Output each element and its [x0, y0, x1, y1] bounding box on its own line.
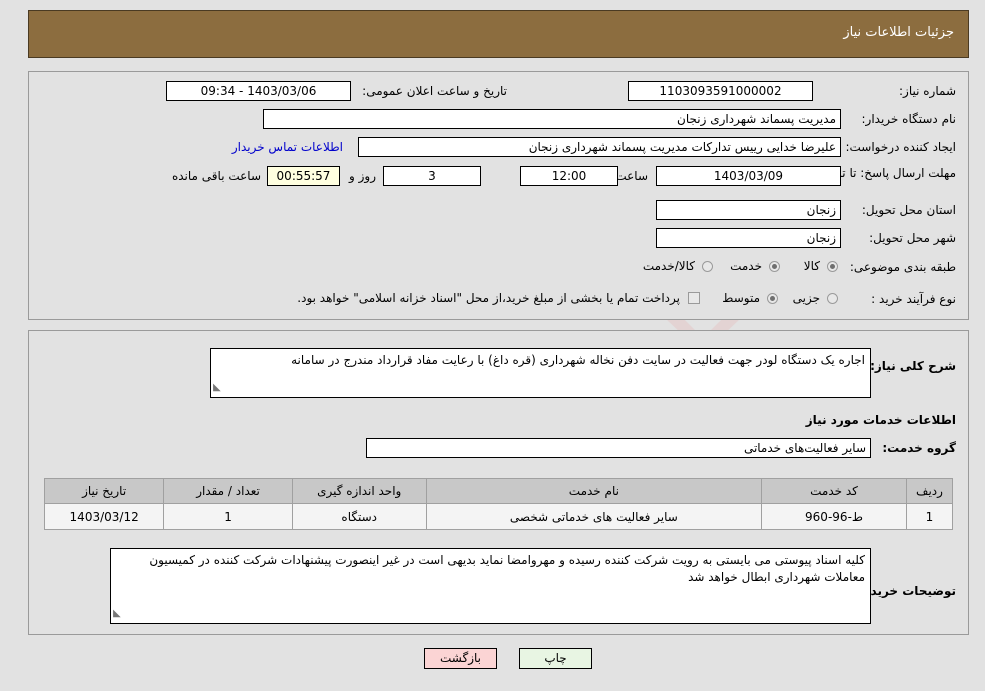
resize-grip-icon[interactable]: ◢ — [213, 379, 221, 396]
table-header-row: ردیف کد خدمت نام خدمت واحد اندازه گیری ت… — [43, 478, 954, 504]
summary-panel: شماره نیاز: 1103093591000002 تاریخ و ساع… — [28, 71, 969, 320]
buyer-org-label: نام دستگاه خریدار: — [861, 112, 957, 126]
remaining-clock-value: 00:55:57 — [267, 166, 340, 186]
category-label-goods: کالا — [803, 259, 820, 273]
request-creator-label: ایجاد کننده درخواست: — [845, 140, 956, 154]
cell-service-name: سایر فعالیت های خدماتی شخصی — [425, 503, 763, 530]
back-button[interactable]: بازگشت — [424, 648, 497, 669]
category-label-goods-service: کالا/خدمت — [642, 259, 695, 273]
col-service-code: کد خدمت — [761, 478, 907, 504]
announcement-datetime-label: تاریخ و ساعت اعلان عمومی: — [362, 84, 507, 98]
delivery-province-label: استان محل تحویل: — [861, 203, 956, 217]
buyer-notes-textarea[interactable]: کلیه اسناد پیوستی می بایستی به رویت شرکت… — [110, 548, 871, 624]
service-group-value: سایر فعالیت‌های خدماتی — [366, 438, 871, 458]
col-unit: واحد اندازه گیری — [291, 478, 427, 504]
process-radio-medium[interactable] — [767, 293, 778, 304]
col-service-name: نام خدمت — [425, 478, 763, 504]
deadline-date-value: 1403/03/09 — [656, 166, 841, 186]
cell-quantity: 1 — [163, 503, 293, 530]
request-creator-value: علیرضا خدایی رییس تدارکات مدیریت پسماند … — [358, 137, 841, 157]
col-quantity: تعداد / مقدار — [163, 478, 293, 504]
category-radio-service[interactable] — [769, 261, 780, 272]
description-label: شرح کلی نیاز: — [870, 359, 956, 373]
category-radio-goods-service[interactable] — [702, 261, 713, 272]
process-radio-minor[interactable] — [827, 293, 838, 304]
page-header: جزئیات اطلاعات نیاز — [28, 10, 969, 58]
buyer-notes-value: کلیه اسناد پیوستی می بایستی به رویت شرکت… — [149, 553, 865, 584]
response-deadline-label: مهلت ارسال پاسخ: تا تاریخ: — [817, 166, 956, 180]
table-row: 1 ط-96-960 سایر فعالیت های خدماتی شخصی د… — [43, 503, 954, 530]
delivery-province-value: زنجان — [656, 200, 841, 220]
description-textarea[interactable]: اجاره یک دستگاه لودر جهت فعالیت در سایت … — [210, 348, 871, 398]
print-button[interactable]: چاپ — [519, 648, 592, 669]
remaining-clock-label: ساعت باقی مانده — [171, 169, 261, 183]
page-title: جزئیات اطلاعات نیاز — [843, 25, 954, 40]
cell-need-date: 1403/03/12 — [43, 503, 165, 530]
cell-service-code: ط-96-960 — [761, 503, 907, 530]
cell-row-no: 1 — [905, 503, 954, 530]
process-type-label: نوع فرآیند خرید : — [871, 292, 956, 306]
description-value: اجاره یک دستگاه لودر جهت فعالیت در سایت … — [291, 353, 865, 367]
resize-grip-icon-notes[interactable]: ◢ — [113, 605, 121, 622]
service-group-label: گروه خدمت: — [882, 441, 956, 455]
services-table: ردیف کد خدمت نام خدمت واحد اندازه گیری ت… — [43, 478, 954, 530]
announcement-datetime-value: 1403/03/06 - 09:34 — [166, 81, 351, 101]
col-need-date: تاریخ نیاز — [43, 478, 165, 504]
deadline-time-label: ساعت — [615, 169, 648, 183]
services-section-title: اطلاعات خدمات مورد نیاز — [805, 413, 956, 427]
need-number-label: شماره نیاز: — [899, 84, 956, 98]
treasury-bond-label: پرداخت تمام یا بخشی از مبلغ خرید،از محل … — [297, 291, 680, 305]
remaining-days-value: 3 — [383, 166, 481, 186]
deadline-time-value: 12:00 — [520, 166, 618, 186]
col-row-no: ردیف — [905, 478, 954, 504]
buyer-contact-link[interactable]: اطلاعات تماس خریدار — [232, 140, 343, 154]
delivery-city-value: زنجان — [656, 228, 841, 248]
process-label-medium: متوسط — [722, 291, 760, 305]
cell-unit: دستگاه — [291, 503, 427, 530]
remaining-days-label: روز و — [349, 169, 376, 183]
need-number-value: 1103093591000002 — [628, 81, 813, 101]
process-label-minor: جزیی — [792, 291, 820, 305]
delivery-city-label: شهر محل تحویل: — [869, 231, 956, 245]
treasury-bond-checkbox[interactable] — [688, 292, 700, 304]
category-radio-goods[interactable] — [827, 261, 838, 272]
category-label: طبقه بندی موضوعی: — [849, 260, 956, 274]
category-label-service: خدمت — [730, 259, 762, 273]
buyer-org-value: مدیریت پسماند شهرداری زنجان — [263, 109, 841, 129]
